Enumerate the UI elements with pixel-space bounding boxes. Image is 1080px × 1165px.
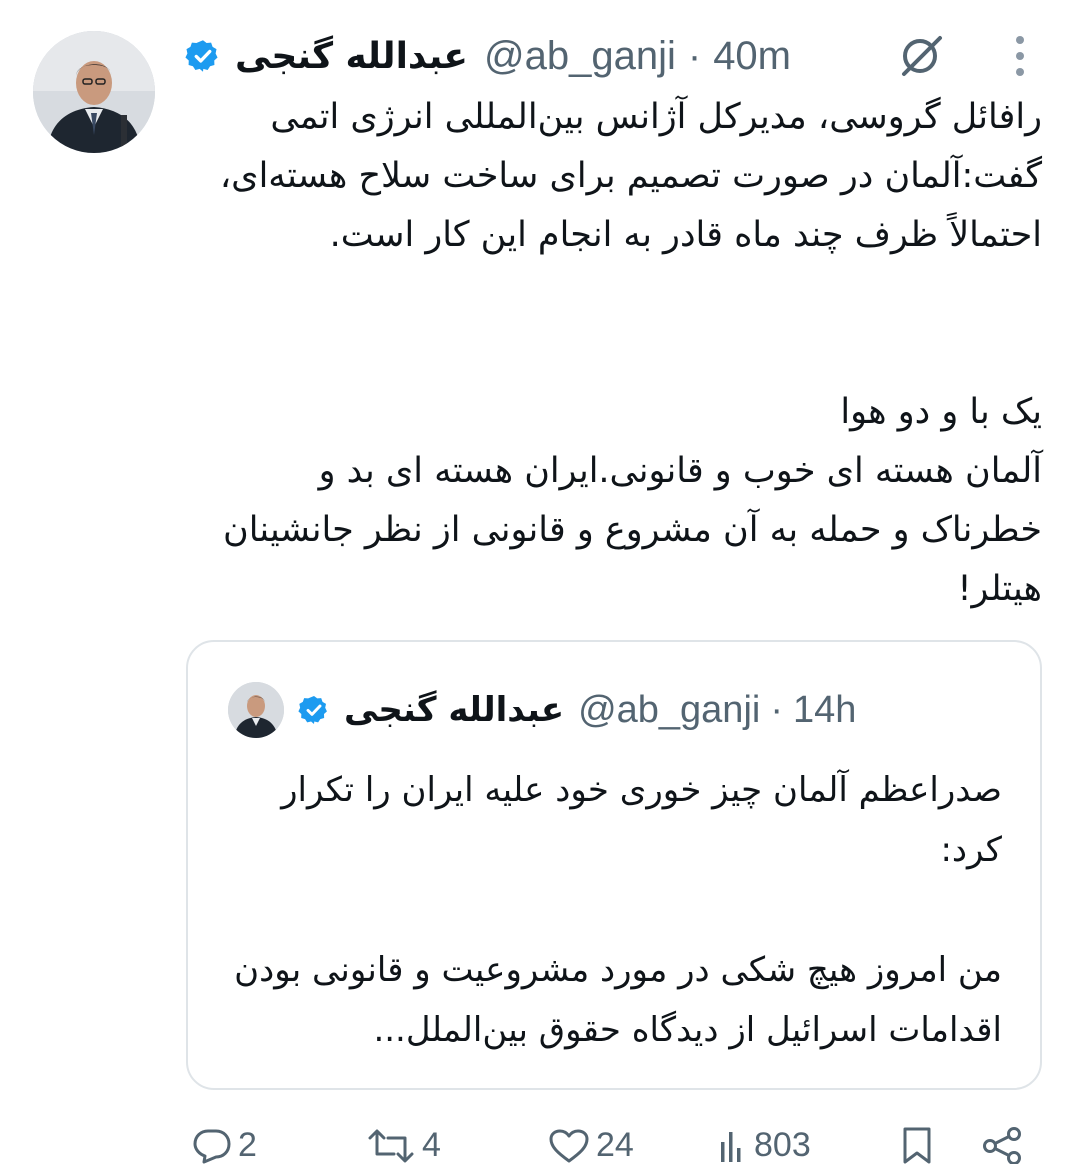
reply-count: 2 [238,1126,257,1164]
like-count: 24 [596,1126,634,1164]
grok-icon[interactable] [896,30,948,82]
quoted-post-card[interactable]: عبدالله گنجی @ab_ganji · 14h صدراعظم آلم… [186,640,1042,1090]
post-header: عبدالله گنجی @ab_ganji · 40m [185,26,791,86]
quoted-paragraph: من امروز هیچ شکی در مورد مشروعیت و قانون… [234,950,1002,1050]
post-paragraph: رافائل گروسی، مدیرکل آژانس بین‌المللی ان… [219,97,1042,255]
quoted-author-handle[interactable]: @ab_ganji [578,689,760,732]
post-paragraph: آلمان هسته ای خوب و قانونی.ایران هسته ای… [223,451,1042,609]
reply-button[interactable]: 2 [192,1126,257,1165]
author-handle[interactable]: @ab_ganji [484,34,676,79]
post-timestamp[interactable]: 40m [713,34,791,79]
quoted-timestamp[interactable]: 14h [793,689,856,732]
repost-count: 4 [422,1126,441,1164]
like-button[interactable]: 24 [548,1126,634,1165]
post-paragraph: یک با و دو هوا [840,392,1042,432]
quoted-post-text: صدراعظم آلمان چیز خوری خود علیه ایران را… [222,760,1002,1060]
share-button[interactable] [980,1126,1024,1164]
quoted-avatar[interactable] [228,682,284,738]
reply-icon [193,1129,231,1163]
bookmark-icon [903,1127,931,1164]
views-chart-icon [721,1131,741,1162]
view-count: 803 [754,1126,811,1164]
more-dots-icon[interactable] [1000,30,1040,82]
post-text: رافائل گروسی، مدیرکل آژانس بین‌المللی ان… [212,88,1042,619]
views-button[interactable]: 803 [718,1126,811,1165]
verified-badge-icon [298,696,327,724]
quoted-author-name[interactable]: عبدالله گنجی [344,690,564,730]
repost-button[interactable]: 4 [366,1126,441,1165]
repost-icon [368,1129,414,1162]
quoted-post-header: عبدالله گنجی @ab_ganji · 14h [228,682,856,738]
tweet[interactable]: عبدالله گنجی @ab_ganji · 40m رافائل گروس… [0,0,1080,1165]
separator-dot: · [770,688,783,731]
share-icon [983,1127,1021,1164]
quoted-paragraph: صدراعظم آلمان چیز خوری خود علیه ایران را… [281,770,1002,870]
heart-icon [549,1129,589,1162]
avatar[interactable] [33,31,155,153]
separator-dot: · [687,33,702,78]
bookmark-button[interactable] [900,1126,934,1164]
verified-badge-icon [185,40,218,72]
action-bar: 2 4 24 803 [0,1118,1080,1165]
author-name[interactable]: عبدالله گنجی [235,36,468,77]
